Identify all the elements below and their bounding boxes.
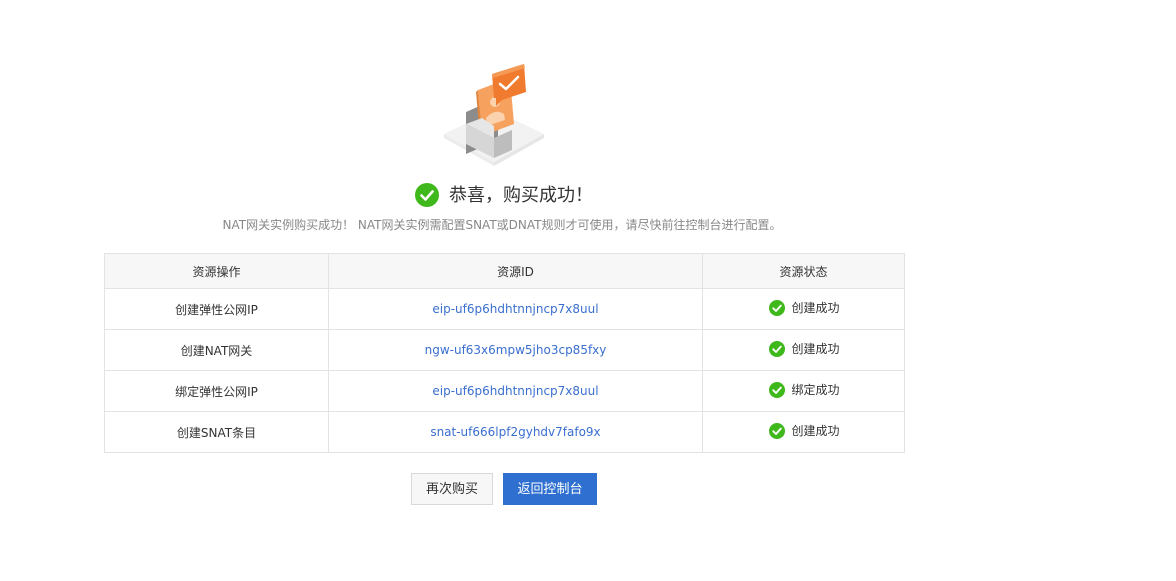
status-cell: 创建成功 — [702, 411, 905, 453]
status-text: 创建成功 — [791, 424, 840, 439]
operation-cell: 创建NAT网关 — [104, 329, 329, 371]
operation-cell: 创建SNAT条目 — [104, 411, 329, 453]
success-check-icon — [769, 422, 786, 439]
status-text: 创建成功 — [791, 342, 840, 357]
status-badge: 创建成功 — [769, 422, 840, 439]
status-cell: 绑定成功 — [702, 370, 905, 412]
resource-id-link[interactable]: eip-uf6p6hdhtnnjncp7x8uul — [432, 384, 598, 398]
purchase-success-page: 恭喜，购买成功！ NAT网关实例购买成功！ NAT网关实例需配置SNAT或DNA… — [0, 0, 1176, 581]
success-check-icon — [769, 299, 786, 316]
success-check-icon — [769, 381, 786, 398]
table-row: 创建NAT网关 ngw-uf63x6mpw5jho3cp85fxy 创建成功 — [104, 329, 905, 371]
column-header-status: 资源状态 — [702, 253, 905, 289]
success-subtitle: NAT网关实例购买成功！ NAT网关实例需配置SNAT或DNAT规则才可使用，请… — [222, 218, 782, 232]
success-check-icon — [769, 340, 786, 357]
status-cell: 创建成功 — [702, 329, 905, 371]
table-row: 创建弹性公网IP eip-uf6p6hdhtnnjncp7x8uul 创建成功 — [104, 288, 905, 330]
resource-id-link[interactable]: ngw-uf63x6mpw5jho3cp85fxy — [425, 343, 607, 357]
resource-id-cell: snat-uf666lpf2gyhdv7fafo9x — [328, 411, 703, 453]
resource-table: 资源操作 资源ID 资源状态 创建弹性公网IP eip-uf6p6hdhtnnj… — [104, 253, 905, 453]
back-to-console-button[interactable]: 返回控制台 — [503, 473, 597, 505]
purchase-success-illustration — [444, 64, 544, 166]
table-header-row: 资源操作 资源ID 资源状态 — [104, 253, 905, 289]
status-text: 绑定成功 — [791, 383, 840, 398]
status-text: 创建成功 — [791, 301, 840, 316]
resource-id-link[interactable]: snat-uf666lpf2gyhdv7fafo9x — [430, 425, 600, 439]
buy-again-button[interactable]: 再次购买 — [411, 473, 493, 505]
resource-id-cell: eip-uf6p6hdhtnnjncp7x8uul — [328, 370, 703, 412]
status-badge: 绑定成功 — [769, 381, 840, 398]
operation-cell: 绑定弹性公网IP — [104, 370, 329, 412]
table-row: 创建SNAT条目 snat-uf666lpf2gyhdv7fafo9x 创建成功 — [104, 411, 905, 453]
column-header-operation: 资源操作 — [104, 253, 329, 289]
operation-cell: 创建弹性公网IP — [104, 288, 329, 330]
column-header-resource-id: 资源ID — [328, 253, 703, 289]
table-row: 绑定弹性公网IP eip-uf6p6hdhtnnjncp7x8uul 绑定成功 — [104, 370, 905, 412]
resource-id-link[interactable]: eip-uf6p6hdhtnnjncp7x8uul — [432, 302, 598, 316]
resource-id-cell: eip-uf6p6hdhtnnjncp7x8uul — [328, 288, 703, 330]
status-badge: 创建成功 — [769, 340, 840, 357]
status-badge: 创建成功 — [769, 299, 840, 316]
status-cell: 创建成功 — [702, 288, 905, 330]
success-check-icon — [415, 182, 439, 207]
success-title: 恭喜，购买成功！ — [449, 185, 593, 206]
resource-id-cell: ngw-uf63x6mpw5jho3cp85fxy — [328, 329, 703, 371]
success-headline: 恭喜，购买成功！ — [0, 182, 1008, 210]
